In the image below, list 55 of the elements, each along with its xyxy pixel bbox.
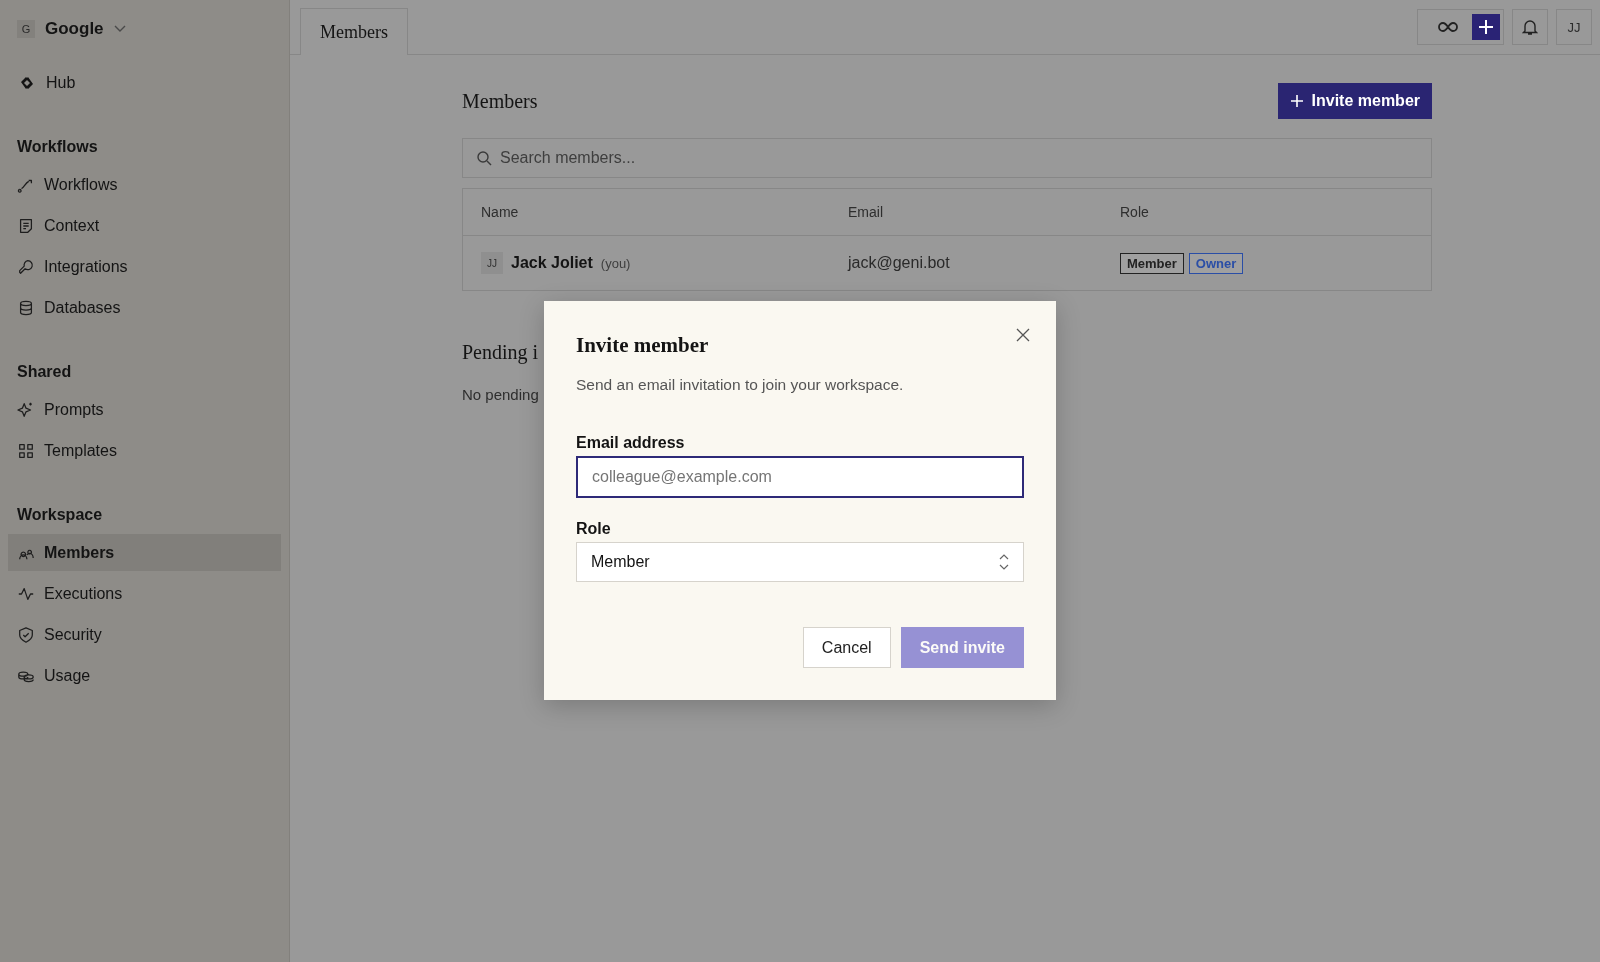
- column-header: Email: [848, 204, 884, 220]
- nav-item[interactable]: Hub: [8, 64, 281, 101]
- role-tag: Owner: [1188, 252, 1244, 274]
- role-tag: Member: [1120, 252, 1184, 274]
- member-avatar: JJ: [481, 252, 503, 274]
- section-heading: Workflows: [16, 138, 99, 157]
- nav-item[interactable]: Usage: [8, 657, 281, 694]
- grid-icon: [17, 441, 35, 460]
- search-field[interactable]: Search members...: [462, 138, 1432, 178]
- member-note: (you): [600, 255, 631, 271]
- notifications-button[interactable]: [1512, 9, 1548, 45]
- field-label: Role: [576, 520, 612, 538]
- shield-icon: [17, 625, 35, 644]
- key-icon: [17, 257, 35, 276]
- column-header: Role: [1120, 204, 1150, 220]
- note-icon: [17, 216, 35, 235]
- empty-message: No pending: [462, 386, 539, 403]
- workspace-switcher[interactable]: G Google: [8, 17, 281, 41]
- nav-item[interactable]: Members: [8, 534, 281, 571]
- workspace-name: Google: [45, 19, 104, 39]
- dialog-description: Send an email invitation to join your workspace.: [576, 376, 905, 394]
- infinity-icon[interactable]: [1438, 21, 1458, 33]
- column-header: Name: [481, 204, 520, 220]
- nav-item[interactable]: Integrations: [8, 248, 281, 285]
- email-field[interactable]: colleague@example.com: [576, 456, 1024, 498]
- nav-item[interactable]: Databases: [8, 289, 281, 326]
- nav-item[interactable]: Workflows: [8, 166, 281, 203]
- close-icon[interactable]: [1016, 328, 1030, 342]
- chevron-up-down-icon: [999, 554, 1009, 570]
- plus-icon: [1289, 94, 1304, 108]
- dialog-title: Invite member: [576, 333, 710, 358]
- tab[interactable]: Members: [300, 8, 408, 55]
- nav-item[interactable]: Executions: [8, 575, 281, 612]
- sparkle-icon: [17, 400, 35, 419]
- workspace-logo: G: [17, 20, 35, 38]
- section-heading: Workspace: [16, 506, 104, 525]
- section-title: Pending i: [462, 341, 539, 364]
- chevron-down-icon: [113, 25, 126, 33]
- nav-item[interactable]: Security: [8, 616, 281, 653]
- page-title: Members: [462, 89, 538, 113]
- nav-item[interactable]: Templates: [8, 432, 281, 469]
- member-email: jack@geni.bot: [848, 254, 951, 272]
- field-label: Email address: [576, 434, 686, 452]
- nav-item[interactable]: Context: [8, 207, 281, 244]
- invite-member-button[interactable]: Invite member: [1277, 83, 1432, 119]
- section-heading: Shared: [16, 363, 73, 382]
- user-avatar[interactable]: JJ: [1556, 9, 1592, 45]
- bell-icon: [1522, 18, 1538, 36]
- cancel-button[interactable]: Cancel: [802, 627, 891, 668]
- nav-item[interactable]: Prompts: [8, 391, 281, 428]
- plus-icon[interactable]: [1472, 14, 1500, 40]
- role-select[interactable]: Member: [576, 542, 1024, 582]
- search-icon: [476, 150, 492, 166]
- member-name: Jack Joliet: [511, 254, 593, 272]
- database-icon: [17, 298, 35, 317]
